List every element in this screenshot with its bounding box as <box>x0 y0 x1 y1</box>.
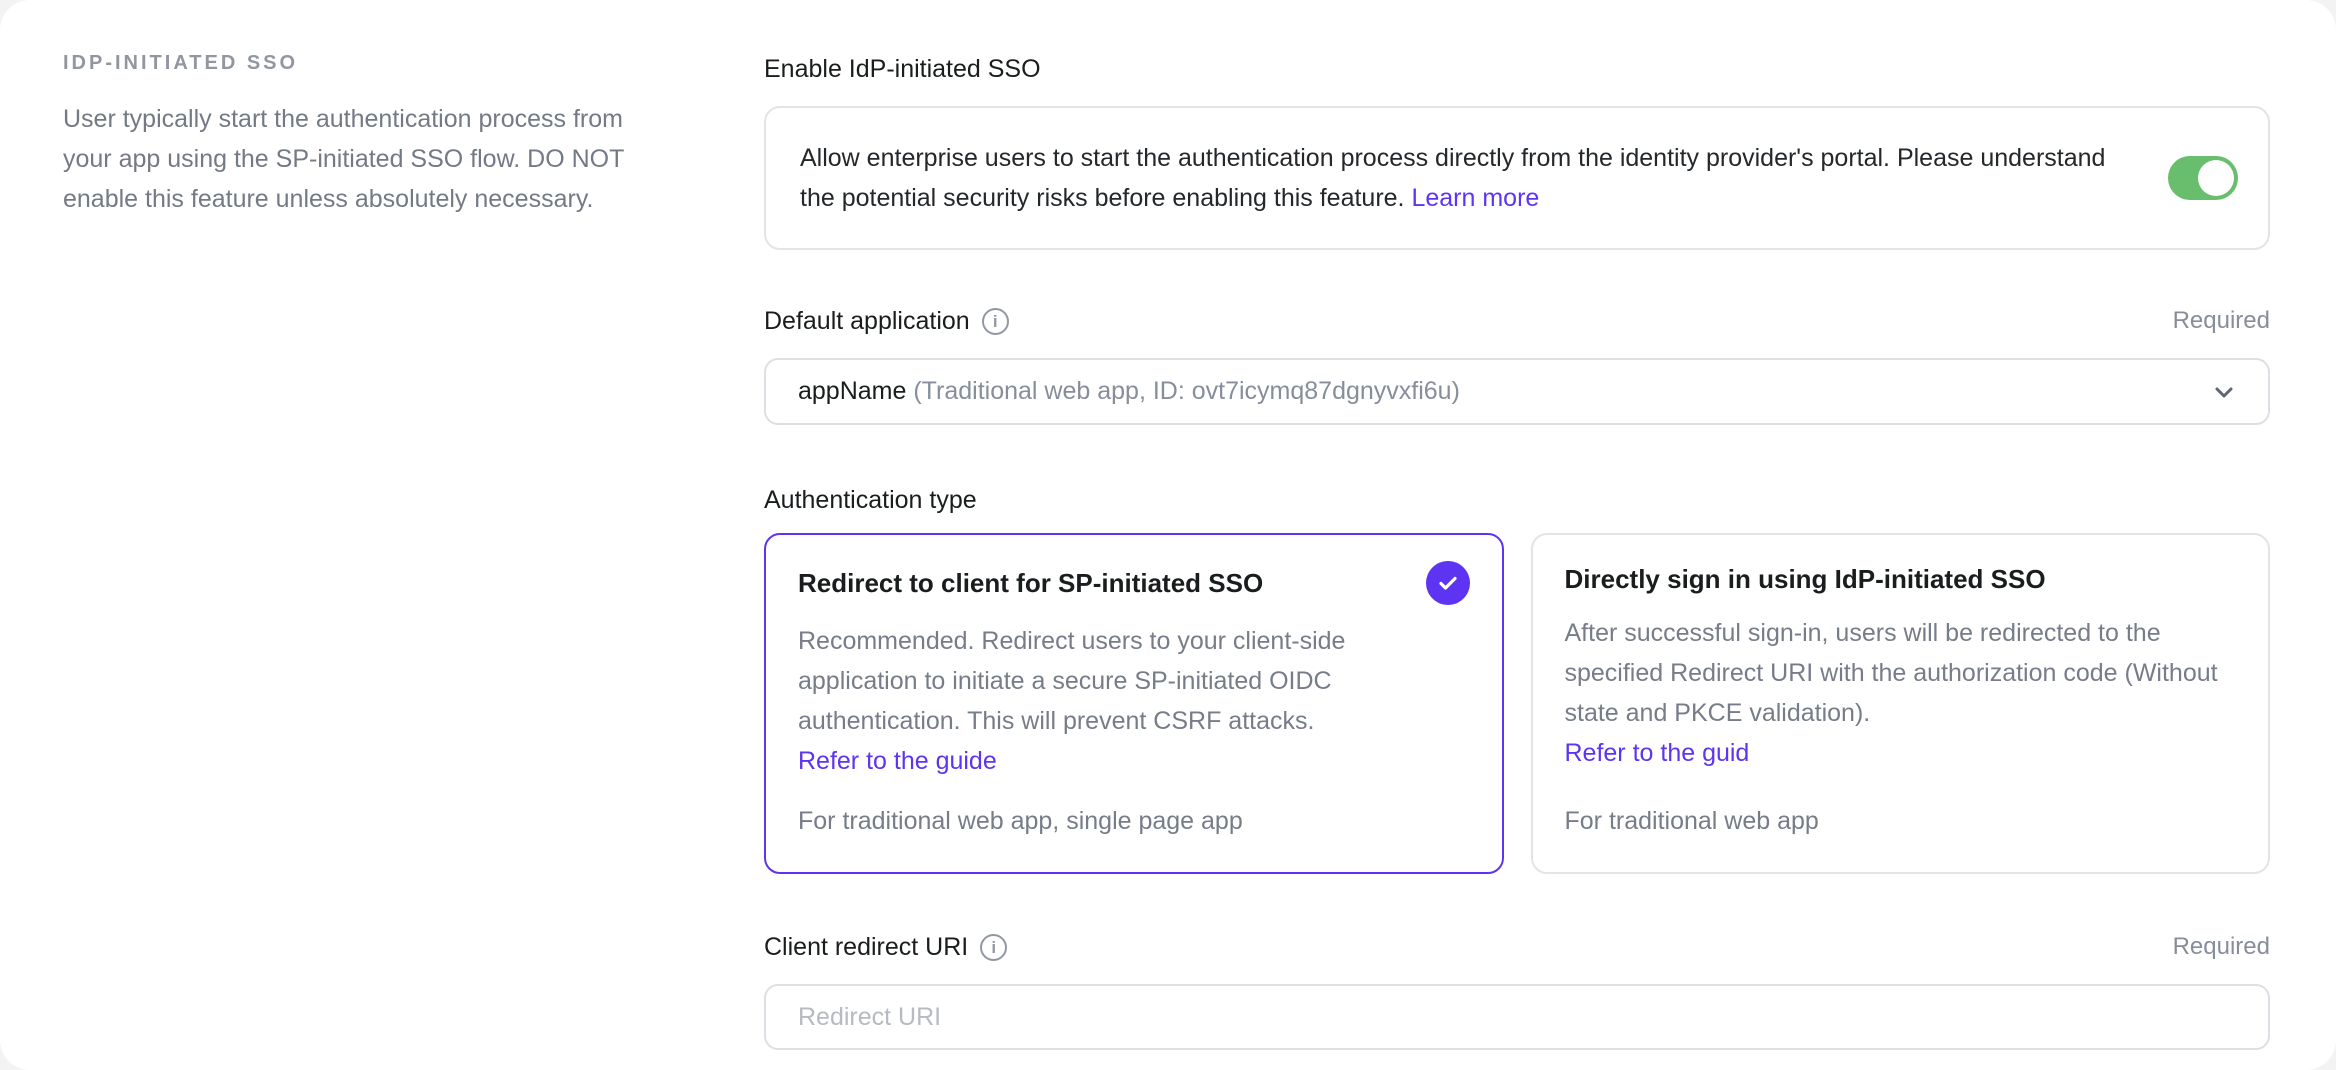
default-app-label-row: Default application i Required <box>764 304 2270 338</box>
default-app-select[interactable]: appName (Traditional web app, ID: ovt7ic… <box>764 358 2270 425</box>
option-description: Recommended. Redirect users to your clie… <box>798 621 1470 781</box>
chevron-down-icon <box>2208 376 2240 408</box>
required-badge: Required <box>2173 933 2270 961</box>
client-redirect-uri-label-row: Client redirect URI i Required <box>764 930 2270 964</box>
auth-type-option[interactable]: Directly sign in using IdP-initiated SSO… <box>1531 533 2271 874</box>
client-redirect-uri-label: Client redirect URI <box>764 930 968 964</box>
required-badge: Required <box>2173 307 2270 335</box>
auth-type-options: Redirect to client for SP-initiated SSO … <box>764 533 2270 874</box>
app-select-value-name: appName <box>798 377 906 406</box>
section-description: User typically start the authentication … <box>63 99 663 219</box>
option-title: Redirect to client for SP-initiated SSO <box>798 565 1263 601</box>
enable-sso-toggle[interactable] <box>2168 156 2238 200</box>
default-app-label: Default application <box>764 304 970 338</box>
option-footnote: For traditional web app <box>1565 804 2237 838</box>
option-title-row: Directly sign in using IdP-initiated SSO <box>1565 561 2237 597</box>
option-footnote: For traditional web app, single page app <box>798 804 1470 838</box>
section-label: IDP-INITIATED SSO <box>63 52 664 75</box>
option-guide-link[interactable]: Refer to the guid <box>1565 733 1750 773</box>
option-description-text: Recommended. Redirect users to your clie… <box>798 627 1345 735</box>
info-icon[interactable]: i <box>982 308 1009 335</box>
option-title: Directly sign in using IdP-initiated SSO <box>1565 561 2046 597</box>
auth-type-option[interactable]: Redirect to client for SP-initiated SSO … <box>764 533 1504 874</box>
toggle-knob <box>2198 160 2234 196</box>
app-select-value-detail: (Traditional web app, ID: ovt7icymq87dgn… <box>906 377 1460 406</box>
option-description-text: After successful sign-in, users will be … <box>1565 619 2218 727</box>
main-form: Enable IdP-initiated SSO Allow enterpris… <box>764 0 2336 1070</box>
sidebar: IDP-INITIATED SSO User typically start t… <box>0 0 764 1070</box>
info-icon[interactable]: i <box>980 934 1007 961</box>
enable-sso-card: Allow enterprise users to start the auth… <box>764 106 2270 250</box>
option-description: After successful sign-in, users will be … <box>1565 613 2237 773</box>
settings-panel: IDP-INITIATED SSO User typically start t… <box>0 0 2336 1070</box>
enable-sso-label-row: Enable IdP-initiated SSO <box>764 52 2270 86</box>
check-icon <box>1426 561 1470 605</box>
auth-type-label-row: Authentication type <box>764 483 2270 517</box>
enable-sso-description: Allow enterprise users to start the auth… <box>800 138 2145 218</box>
enable-sso-label: Enable IdP-initiated SSO <box>764 52 1041 86</box>
option-title-row: Redirect to client for SP-initiated SSO <box>798 561 1470 605</box>
redirect-uri-input[interactable] <box>764 984 2270 1050</box>
auth-type-label: Authentication type <box>764 483 977 517</box>
option-guide-link[interactable]: Refer to the guide <box>798 741 997 781</box>
learn-more-link[interactable]: Learn more <box>1411 184 1539 212</box>
